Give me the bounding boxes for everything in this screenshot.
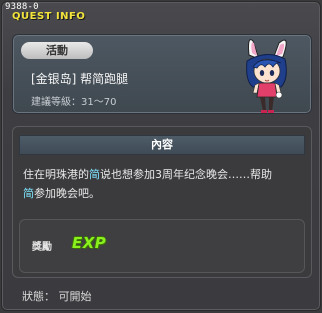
reward-box: 獎勵 EXP — [19, 219, 305, 273]
npc-name-highlight: 简 — [89, 168, 100, 181]
quest-content-panel: 內容 住在明珠港的简说也想参加3周年纪念晚会……帮助 简参加晚会吧。 獎勵 EX… — [12, 126, 312, 278]
description-text: 说也想参加3周年纪念晚会……帮助 — [100, 168, 272, 181]
quest-description: 住在明珠港的简说也想参加3周年纪念晚会……帮助 简参加晚会吧。 — [23, 165, 303, 203]
description-text: 参加晚会吧。 — [34, 187, 100, 200]
quest-status: 狀態： 可開始 — [22, 290, 92, 303]
window-title: QUEST INFO — [12, 11, 86, 22]
quest-info-window: 9388-0 QUEST INFO 活動 [金银岛] 帮简跑腿 建議等級：31～… — [1, 1, 321, 311]
quest-name: [金银岛] 帮简跑腿 — [31, 72, 129, 86]
recommended-level: 建議等級：31～70 — [31, 97, 117, 108]
exp-icon[interactable]: EXP — [72, 232, 112, 254]
reward-label: 獎勵 — [32, 242, 52, 253]
quest-summary-panel: 活動 [金银岛] 帮简跑腿 建議等級：31～70 — [12, 34, 312, 114]
npc-portrait-icon — [246, 39, 287, 113]
quest-category-badge: 活動 — [21, 42, 93, 59]
npc-name-highlight: 简 — [23, 187, 34, 200]
description-text: 住在明珠港的 — [23, 168, 89, 181]
content-header: 內容 — [19, 135, 305, 155]
